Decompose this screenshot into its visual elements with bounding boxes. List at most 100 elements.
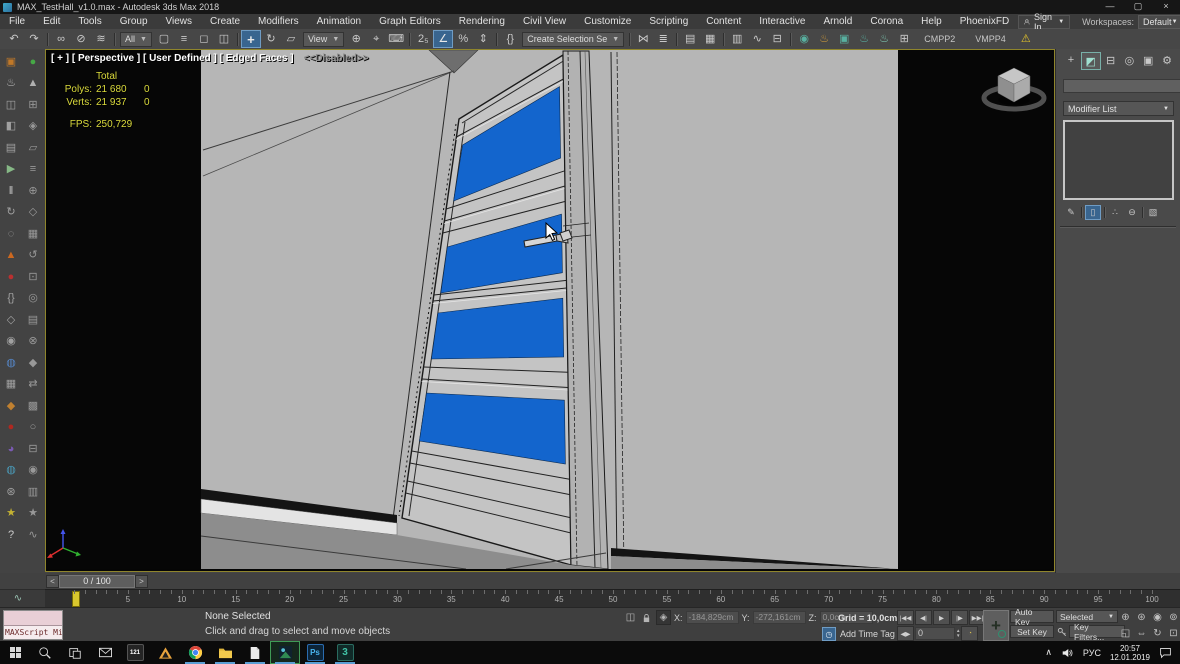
y-coordinate-field[interactable]: -272,161cm [753,611,806,624]
script-tool2-undo-icon[interactable]: ↺ [25,248,42,264]
script-tool2-solid-icon[interactable]: ◆ [25,355,42,371]
script-tool2-box-icon[interactable]: ⊡ [25,269,42,285]
script-tool-half-icon[interactable]: ◧ [3,119,20,135]
auto-key-button[interactable]: Auto Key [1010,610,1054,623]
menu-group[interactable]: Group [111,16,157,27]
script-tool-help-icon[interactable]: ? [3,527,20,543]
viewport-label[interactable]: [ + ] [ Perspective ] [ User Defined ] [… [51,53,369,64]
next-frame-slider-button[interactable]: > [135,575,148,588]
taskbar-search-button[interactable] [30,641,60,664]
language-indicator[interactable]: РУС [1083,648,1101,658]
script-tool-star-icon[interactable]: ★ [3,506,20,522]
previous-frame-button[interactable]: ◀| [915,610,932,625]
script-tool-loop-icon[interactable]: ↻ [3,205,20,221]
script-tool2-spark-icon[interactable]: ★ [25,506,42,522]
script-tool2-diamond-icon[interactable]: ◇ [25,205,42,221]
file-explorer-button[interactable] [210,641,240,664]
script-tool-doc-icon[interactable]: ▤ [3,140,20,156]
tray-chevron-icon[interactable]: ∧ [1045,647,1052,658]
maximize-viewport-icon[interactable]: ⊡ [1166,626,1180,641]
hierarchy-tab[interactable]: ⊟ [1102,52,1120,68]
script-tool2-list-icon[interactable]: ≡ [25,162,42,178]
zoom-extents-icon[interactable]: ◉ [1150,610,1165,625]
create-tab[interactable]: + [1062,52,1080,68]
menu-phoenixfd[interactable]: PhoenixFD [951,16,1018,27]
toggle-ribbon-icon[interactable]: ▥ [727,30,747,48]
script-tool2-target-icon[interactable]: ◎ [25,291,42,307]
selection-region-icon[interactable]: ◫ [624,611,637,624]
script-tool-burst-icon[interactable]: ⊛ [3,484,20,500]
notes-app-button[interactable] [240,641,270,664]
speaker-icon[interactable] [1061,647,1074,659]
mail-app-button[interactable] [90,641,120,664]
unlink-selection-icon[interactable]: ⊘ [71,30,91,48]
script-tool2-hatch-icon[interactable]: ▩ [25,398,42,414]
menu-rendering[interactable]: Rendering [450,16,514,27]
toggle-layer-explorer-icon[interactable]: ▦ [700,30,720,48]
script-tool-panel-icon[interactable]: ◫ [3,97,20,113]
menu-file[interactable]: File [0,16,34,27]
named-selection-sets-dropdown[interactable]: Create Selection Se▼ [522,32,624,47]
script-tool-ring-icon[interactable]: ◌ [3,226,20,242]
warning-icon[interactable]: ⚠ [1016,30,1036,48]
time-tag-icon[interactable]: ◷ [822,627,836,641]
script-tool2-plus-icon[interactable]: ⊕ [25,183,42,199]
script-tool2-circle-icon[interactable]: ○ [25,420,42,436]
script-tool-play-icon[interactable]: ▶ [3,162,20,178]
schematic-view-icon[interactable]: ⊟ [767,30,787,48]
script-tool2-mesh-icon[interactable]: ▦ [25,226,42,242]
key-filters-button[interactable]: Key Filters... [1069,625,1125,638]
perspective-viewport[interactable]: [ + ] [ Perspective ] [ User Defined ] [… [45,49,1055,572]
script-tool2-cols-icon[interactable]: ▥ [25,484,42,500]
motion-tab[interactable]: ◎ [1120,52,1138,68]
snaps-toggle-icon[interactable]: 2₅ [413,30,433,48]
menu-content[interactable]: Content [697,16,750,27]
zoom-all-icon[interactable]: ⊛ [1134,610,1149,625]
script-tool2-cursor-icon[interactable]: ▲ [25,76,42,92]
percent-snap-icon[interactable]: % [453,30,473,48]
bind-to-space-warp-icon[interactable]: ≋ [91,30,111,48]
edit-named-selection-sets-icon[interactable]: {} [500,30,520,48]
set-keys-big-button[interactable]: + [983,610,1009,641]
selection-filter-dropdown[interactable]: All▼ [120,32,152,47]
material-editor-icon[interactable]: ◉ [794,30,814,48]
pin-stack-icon[interactable]: ✎ [1064,206,1078,219]
script-tool2-wave-icon[interactable]: ∿ [25,527,42,543]
script-tool-purple-icon[interactable]: ◕ [3,441,20,457]
script-tool2-minus-icon[interactable]: ⊟ [25,441,42,457]
sign-in-button[interactable]: Sign In ▼ [1018,15,1070,29]
script-tool2-grid-icon[interactable]: ⊞ [25,97,42,113]
x-coordinate-field[interactable]: -184,829cm [686,611,739,624]
render-iterative-icon[interactable]: ♨ [874,30,894,48]
script-tool-teapot-icon[interactable]: ♨ [3,76,20,92]
video-player-button[interactable]: 121 [120,641,150,664]
select-by-name-icon[interactable]: ≡ [174,30,194,48]
field-of-view-icon[interactable]: ◱ [1118,626,1133,641]
script-tool2-dot-icon[interactable]: ◉ [25,463,42,479]
script-tool-blue-icon[interactable]: ◍ [3,355,20,371]
script-tool-red-ball-icon[interactable]: ● [3,420,20,436]
reference-coordinate-dropdown[interactable]: View▼ [303,32,344,47]
menu-tools[interactable]: Tools [69,16,110,27]
render-production-icon[interactable]: ♨ [854,30,874,48]
active-photo-app-button[interactable] [270,641,300,664]
zoom-extents-all-icon[interactable]: ⊚ [1166,610,1180,625]
vmpp4-button[interactable]: VMPP4 [965,34,1016,44]
script-tool2-gem-icon[interactable]: ◈ [25,119,42,135]
modifier-stack[interactable] [1063,120,1174,200]
menu-graph-editors[interactable]: Graph Editors [370,16,450,27]
add-time-tag-label[interactable]: Add Time Tag [840,629,895,639]
next-frame-button[interactable]: |▶ [951,610,968,625]
menu-animation[interactable]: Animation [308,16,370,27]
script-tool2-swap-icon[interactable]: ⇄ [25,377,42,393]
rectangular-selection-icon[interactable]: ◻ [194,30,214,48]
select-and-manipulate-icon[interactable]: ⌖ [366,30,386,48]
clock[interactable]: 20:57 12.01.2019 [1110,644,1150,662]
script-tool2-rows-icon[interactable]: ▤ [25,312,42,328]
close-button[interactable]: × [1152,0,1180,14]
spinner-snap-icon[interactable]: ⇕ [473,30,493,48]
state-sets-icon[interactable]: ⊞ [894,30,914,48]
remove-modifier-icon[interactable]: ⊖ [1125,206,1139,219]
use-pivot-point-icon[interactable]: ⊕ [346,30,366,48]
start-button[interactable] [0,641,30,664]
